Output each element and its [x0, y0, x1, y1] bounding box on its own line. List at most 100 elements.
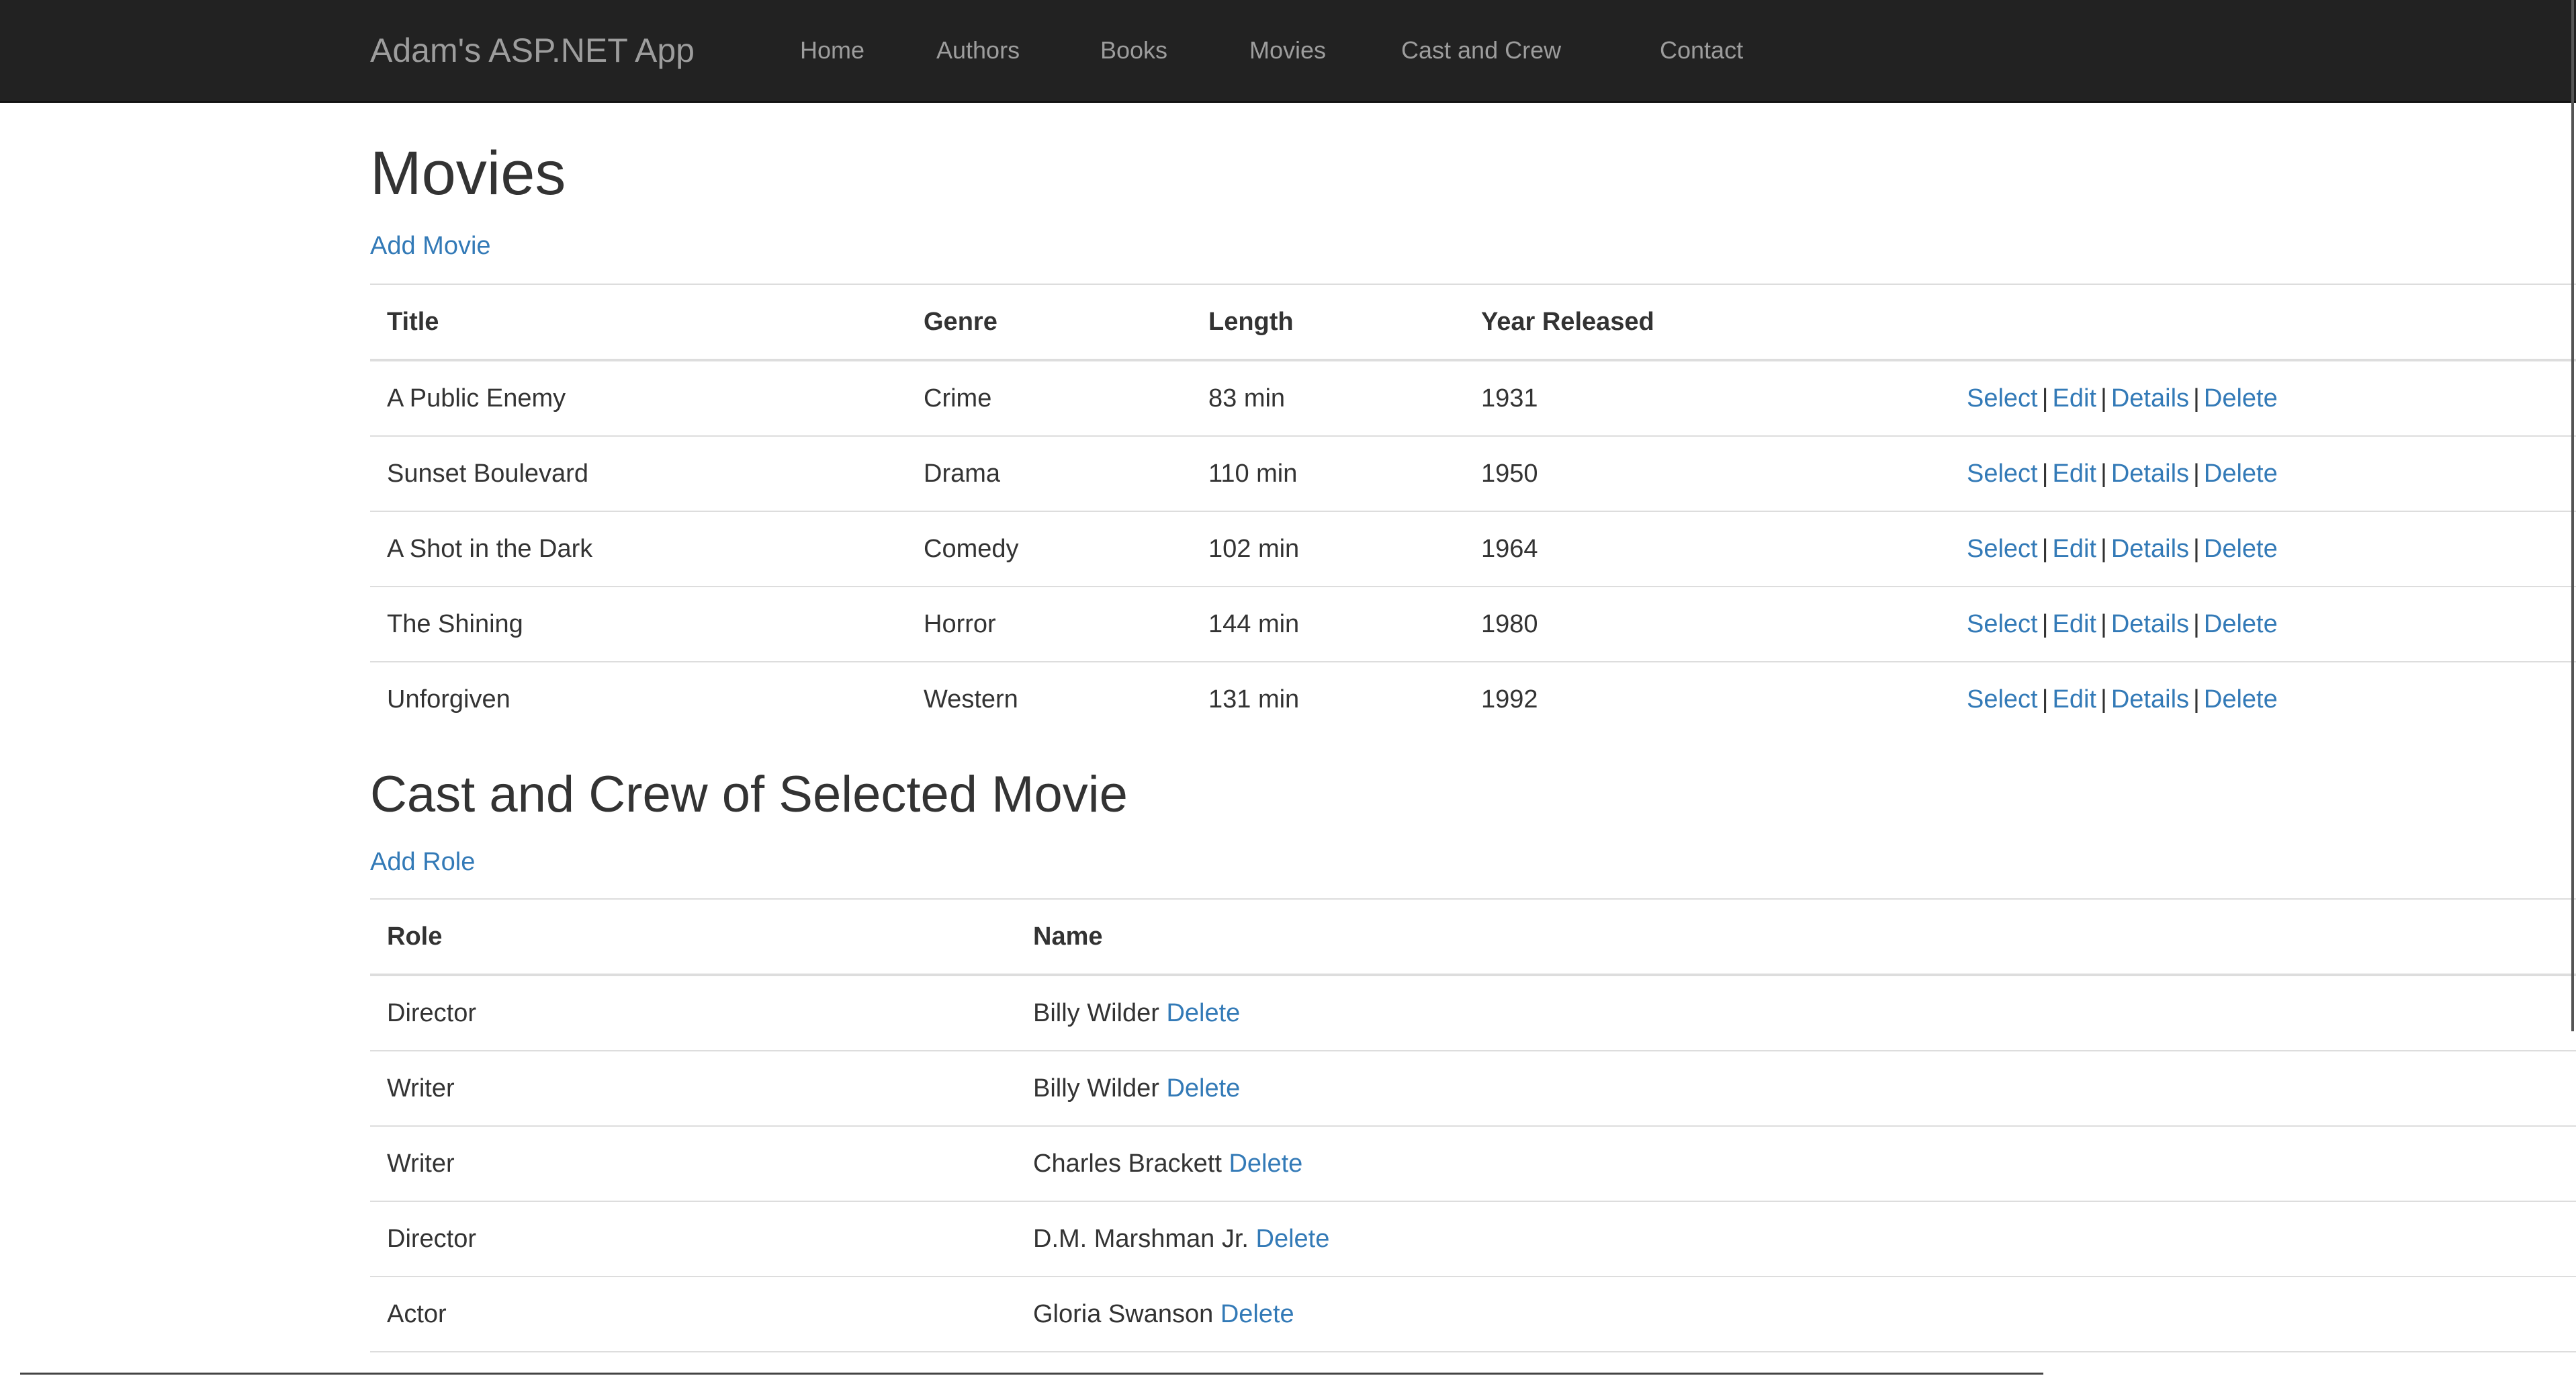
movie-title-cell: Unforgiven: [370, 661, 907, 736]
cast-role-cell: Actor: [370, 1276, 1016, 1352]
movie-genre-cell: Drama: [907, 435, 1192, 511]
cast-row: Director D.M. Marshman Jr. Delete: [370, 1201, 2576, 1277]
delete-role-link[interactable]: Delete: [1220, 1300, 1294, 1328]
details-movie-link[interactable]: Details: [2111, 610, 2189, 638]
action-separator: |: [2193, 459, 2200, 488]
select-movie-link[interactable]: Select: [1967, 685, 2038, 714]
cast-name-cell: William Holden Delete: [1016, 1351, 2576, 1371]
nav-cast-and-crew[interactable]: Cast and Crew: [1401, 34, 1561, 67]
movie-length-cell: 144 min: [1192, 586, 1464, 662]
movie-year-cell: 1950: [1464, 435, 1950, 511]
movies-heading: Movies: [370, 139, 566, 208]
column-header-name: Name: [1016, 898, 2576, 976]
cast-name-cell: Billy Wilder Delete: [1016, 974, 2576, 1051]
movie-actions-cell: Select | Edit | Details | Delete: [1950, 435, 2576, 511]
cast-name-cell: Gloria Swanson Delete: [1016, 1276, 2576, 1352]
delete-role-link[interactable]: Delete: [1166, 999, 1240, 1027]
nav-home[interactable]: Home: [800, 34, 864, 67]
delete-role-link[interactable]: Delete: [1166, 1074, 1240, 1103]
add-movie-link[interactable]: Add Movie: [370, 229, 491, 263]
edit-movie-link[interactable]: Edit: [2053, 384, 2096, 413]
cast-row: ActorWilliam Holden Delete: [370, 1351, 2576, 1371]
movie-actions-cell: Select | Edit | Details | Delete: [1950, 586, 2576, 662]
add-role-link[interactable]: Add Role: [370, 845, 475, 879]
action-separator: |: [2100, 534, 2107, 563]
movie-genre-cell: Comedy: [907, 511, 1192, 587]
edit-movie-link[interactable]: Edit: [2053, 685, 2096, 714]
movie-length-cell: 110 min: [1192, 435, 1464, 511]
cast-name-cell: D.M. Marshman Jr. Delete: [1016, 1201, 2576, 1277]
movie-actions-cell: Select | Edit | Details | Delete: [1950, 511, 2576, 587]
delete-movie-link[interactable]: Delete: [2204, 685, 2278, 714]
window-edge-bottom: [20, 1373, 2043, 1375]
movie-actions-cell: Select | Edit | Details | Delete: [1950, 359, 2576, 436]
action-separator: |: [2100, 609, 2107, 638]
action-separator: |: [2041, 384, 2049, 413]
action-separator: |: [2193, 609, 2200, 638]
select-movie-link[interactable]: Select: [1967, 460, 2038, 488]
cast-name-cell: Charles Brackett Delete: [1016, 1125, 2576, 1201]
action-separator: |: [2100, 685, 2107, 714]
movie-length-cell: 102 min: [1192, 511, 1464, 587]
action-separator: |: [2041, 534, 2049, 563]
movie-row: Unforgiven Western 131 min 1992 Select | Edit |…: [370, 661, 2576, 736]
brand-link[interactable]: Adam's ASP.NET App: [370, 27, 695, 74]
nav-contact[interactable]: Contact: [1660, 34, 1743, 67]
nav-movies[interactable]: Movies: [1249, 34, 1326, 67]
cast-row: Director Billy Wilder Delete: [370, 974, 2576, 1051]
edit-movie-link[interactable]: Edit: [2053, 460, 2096, 488]
action-separator: |: [2100, 459, 2107, 488]
cast-member-name: D.M. Marshman Jr.: [1033, 1224, 1249, 1253]
movie-length-cell: 83 min: [1192, 359, 1464, 436]
edit-movie-link[interactable]: Edit: [2053, 610, 2096, 638]
details-movie-link[interactable]: Details: [2111, 685, 2189, 714]
delete-movie-link[interactable]: Delete: [2204, 384, 2278, 413]
cast-member-name: Gloria Swanson: [1033, 1299, 1214, 1328]
delete-movie-link[interactable]: Delete: [2204, 460, 2278, 488]
select-movie-link[interactable]: Select: [1967, 384, 2038, 413]
details-movie-link[interactable]: Details: [2111, 460, 2189, 488]
delete-movie-link[interactable]: Delete: [2204, 535, 2278, 563]
cast-name-cell: Billy Wilder Delete: [1016, 1050, 2576, 1126]
cast-role-cell: Director: [370, 1201, 1016, 1277]
top-navbar: Adam's ASP.NET App Home Authors Books Mo…: [0, 0, 2576, 103]
movie-row: The Shining Horror 144 min 1980 Select | Edit |…: [370, 586, 2576, 662]
movie-actions-cell: Select | Edit | Details | Delete: [1950, 661, 2576, 736]
movie-title-cell: Sunset Boulevard: [370, 435, 907, 511]
edit-movie-link[interactable]: Edit: [2053, 535, 2096, 563]
movie-title-cell: A Public Enemy: [370, 359, 907, 436]
column-header-length: Length: [1192, 284, 1464, 361]
cast-role-cell: Actor: [370, 1351, 1016, 1371]
details-movie-link[interactable]: Details: [2111, 535, 2189, 563]
select-movie-link[interactable]: Select: [1967, 610, 2038, 638]
cast-member-name: Billy Wilder: [1033, 998, 1159, 1027]
movie-row: A Public Enemy Crime 83 min 1931 Select | Edit…: [370, 359, 2576, 436]
delete-role-link[interactable]: Delete: [1229, 1150, 1302, 1178]
cast-table: Role Name Director Billy Wilder Delete Wri…: [370, 898, 2576, 1371]
column-header-year-released: Year Released: [1464, 284, 1950, 361]
movies-header-row: Title Genre Length Year Released: [370, 284, 2576, 361]
movie-genre-cell: Horror: [907, 586, 1192, 662]
delete-role-link[interactable]: Delete: [1256, 1225, 1330, 1253]
movie-year-cell: 1980: [1464, 586, 1950, 662]
movie-title-cell: A Shot in the Dark: [370, 511, 907, 587]
nav-books[interactable]: Books: [1100, 34, 1167, 67]
movie-year-cell: 1992: [1464, 661, 1950, 736]
cast-header-row: Role Name: [370, 898, 2576, 976]
action-separator: |: [2041, 459, 2049, 488]
nav-authors[interactable]: Authors: [936, 34, 1020, 67]
column-header-title: Title: [370, 284, 907, 361]
column-header-role: Role: [370, 898, 1016, 976]
cast-row: Writer Billy Wilder Delete: [370, 1050, 2576, 1126]
movie-genre-cell: Crime: [907, 359, 1192, 436]
main-content: Movies Add Movie Title Genre Length Year…: [370, 101, 2576, 1371]
action-separator: |: [2100, 384, 2107, 413]
select-movie-link[interactable]: Select: [1967, 535, 2038, 563]
action-separator: |: [2041, 685, 2049, 714]
details-movie-link[interactable]: Details: [2111, 384, 2189, 413]
column-header-genre: Genre: [907, 284, 1192, 361]
movie-length-cell: 131 min: [1192, 661, 1464, 736]
delete-movie-link[interactable]: Delete: [2204, 610, 2278, 638]
movies-table: Title Genre Length Year Released A Publi…: [370, 284, 2576, 736]
cast-member-name: Billy Wilder: [1033, 1074, 1159, 1103]
